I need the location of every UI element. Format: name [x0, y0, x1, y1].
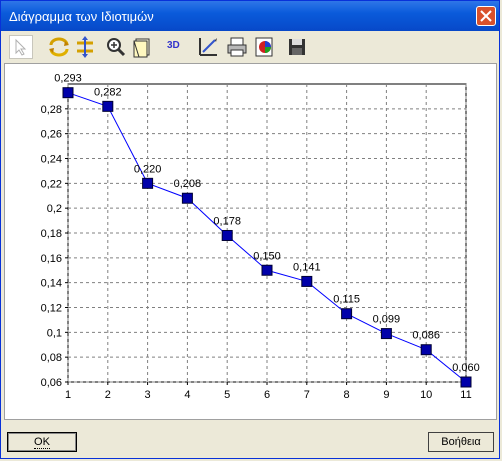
data-label: 0,150: [253, 250, 281, 262]
data-point: [181, 192, 193, 204]
y-tick-label: 0,14: [41, 278, 62, 290]
y-tick-label: 0,26: [41, 129, 62, 141]
y-tick-label: 0,2: [47, 203, 62, 215]
edit-chart-icon: [199, 38, 217, 56]
rotate-icon: [49, 37, 69, 57]
pointer-icon: [15, 38, 27, 56]
title-bar[interactable]: Διάγραμμα των Ιδιοτιμών: [1, 1, 499, 31]
rotate-button[interactable]: [47, 35, 71, 59]
y-tick-label: 0,24: [41, 154, 62, 166]
ok-button[interactable]: OK: [7, 432, 77, 452]
color-palette-icon: [255, 37, 273, 57]
pointer-button[interactable]: [9, 35, 33, 59]
data-label: 0,293: [54, 73, 82, 85]
data-label: 0,115: [333, 294, 360, 306]
x-tick-label: 8: [344, 389, 350, 401]
page-icon: [133, 38, 150, 58]
data-point: [380, 328, 392, 340]
move-icon: [77, 36, 93, 58]
x-tick-label: 1: [65, 389, 71, 401]
button-bar: OK Βοήθεια: [1, 424, 499, 458]
y-tick-label: 0,28: [41, 104, 62, 116]
x-tick-label: 2: [105, 389, 111, 401]
save-icon: [289, 39, 305, 55]
ok-button-label: OK: [34, 436, 50, 449]
print-icon: [227, 37, 247, 57]
data-label: 0,086: [412, 330, 440, 342]
help-button[interactable]: Βοήθεια: [428, 432, 494, 452]
x-tick-label: 4: [184, 389, 190, 401]
data-label: 0,141: [293, 261, 321, 273]
data-point: [420, 344, 432, 356]
chart-panel: 0,06 0,08 0,1 0,12 0,14 0,16 0,18 0,2 0,22 0,24 0,…: [4, 63, 497, 420]
print-button[interactable]: [225, 35, 249, 59]
data-point: [62, 87, 74, 99]
move-button[interactable]: [73, 35, 97, 59]
save-button[interactable]: [285, 35, 309, 59]
zoom-button[interactable]: [104, 35, 128, 59]
data-label: 0,060: [452, 362, 480, 374]
data-point: [102, 100, 114, 112]
data-point: [261, 264, 273, 276]
3d-button[interactable]: 3D: [167, 40, 180, 51]
x-tick-label: 5: [224, 389, 230, 401]
data-label: 0,208: [174, 178, 202, 190]
data-point: [301, 275, 313, 287]
close-button[interactable]: [476, 6, 496, 26]
eigenvalue-line-chart: 0,06 0,08 0,1 0,12 0,14 0,16 0,18 0,2 0,22 0,24 0,…: [41, 73, 480, 401]
data-label: 0,220: [134, 163, 162, 175]
y-tick-label: 0,18: [41, 228, 62, 240]
data-label: 0,178: [213, 215, 241, 227]
data-point: [221, 229, 233, 241]
x-tick-label: 6: [264, 389, 270, 401]
y-tick-label: 0,06: [41, 377, 62, 389]
x-tick-label: 7: [304, 389, 310, 401]
x-tick-label: 3: [145, 389, 151, 401]
data-point: [460, 376, 472, 388]
x-tick-label: 9: [383, 389, 389, 401]
toolbar: 3D: [3, 33, 497, 61]
data-point: [341, 308, 353, 320]
data-point: [142, 177, 154, 189]
x-tick-label: 10: [420, 389, 432, 401]
y-tick-label: 0,1: [47, 327, 62, 339]
page-button[interactable]: [131, 35, 155, 59]
zoom-icon: [107, 38, 126, 57]
data-label: 0,282: [94, 86, 122, 98]
eigenvalues-chart-window: Διάγραμμα των Ιδιοτιμών 3D 0,06 0,08 0,1…: [0, 0, 500, 459]
y-tick-label: 0,12: [41, 303, 62, 315]
data-label: 0,099: [373, 314, 401, 326]
window-title: Διάγραμμα των Ιδιοτιμών: [9, 9, 154, 24]
y-tick-label: 0,08: [41, 352, 62, 364]
y-tick-label: 0,16: [41, 253, 62, 265]
y-tick-label: 0,22: [41, 178, 62, 190]
close-icon: [480, 10, 492, 22]
color-palette-button[interactable]: [253, 35, 277, 59]
x-tick-label: 11: [460, 389, 471, 401]
edit-chart-button[interactable]: [196, 35, 220, 59]
